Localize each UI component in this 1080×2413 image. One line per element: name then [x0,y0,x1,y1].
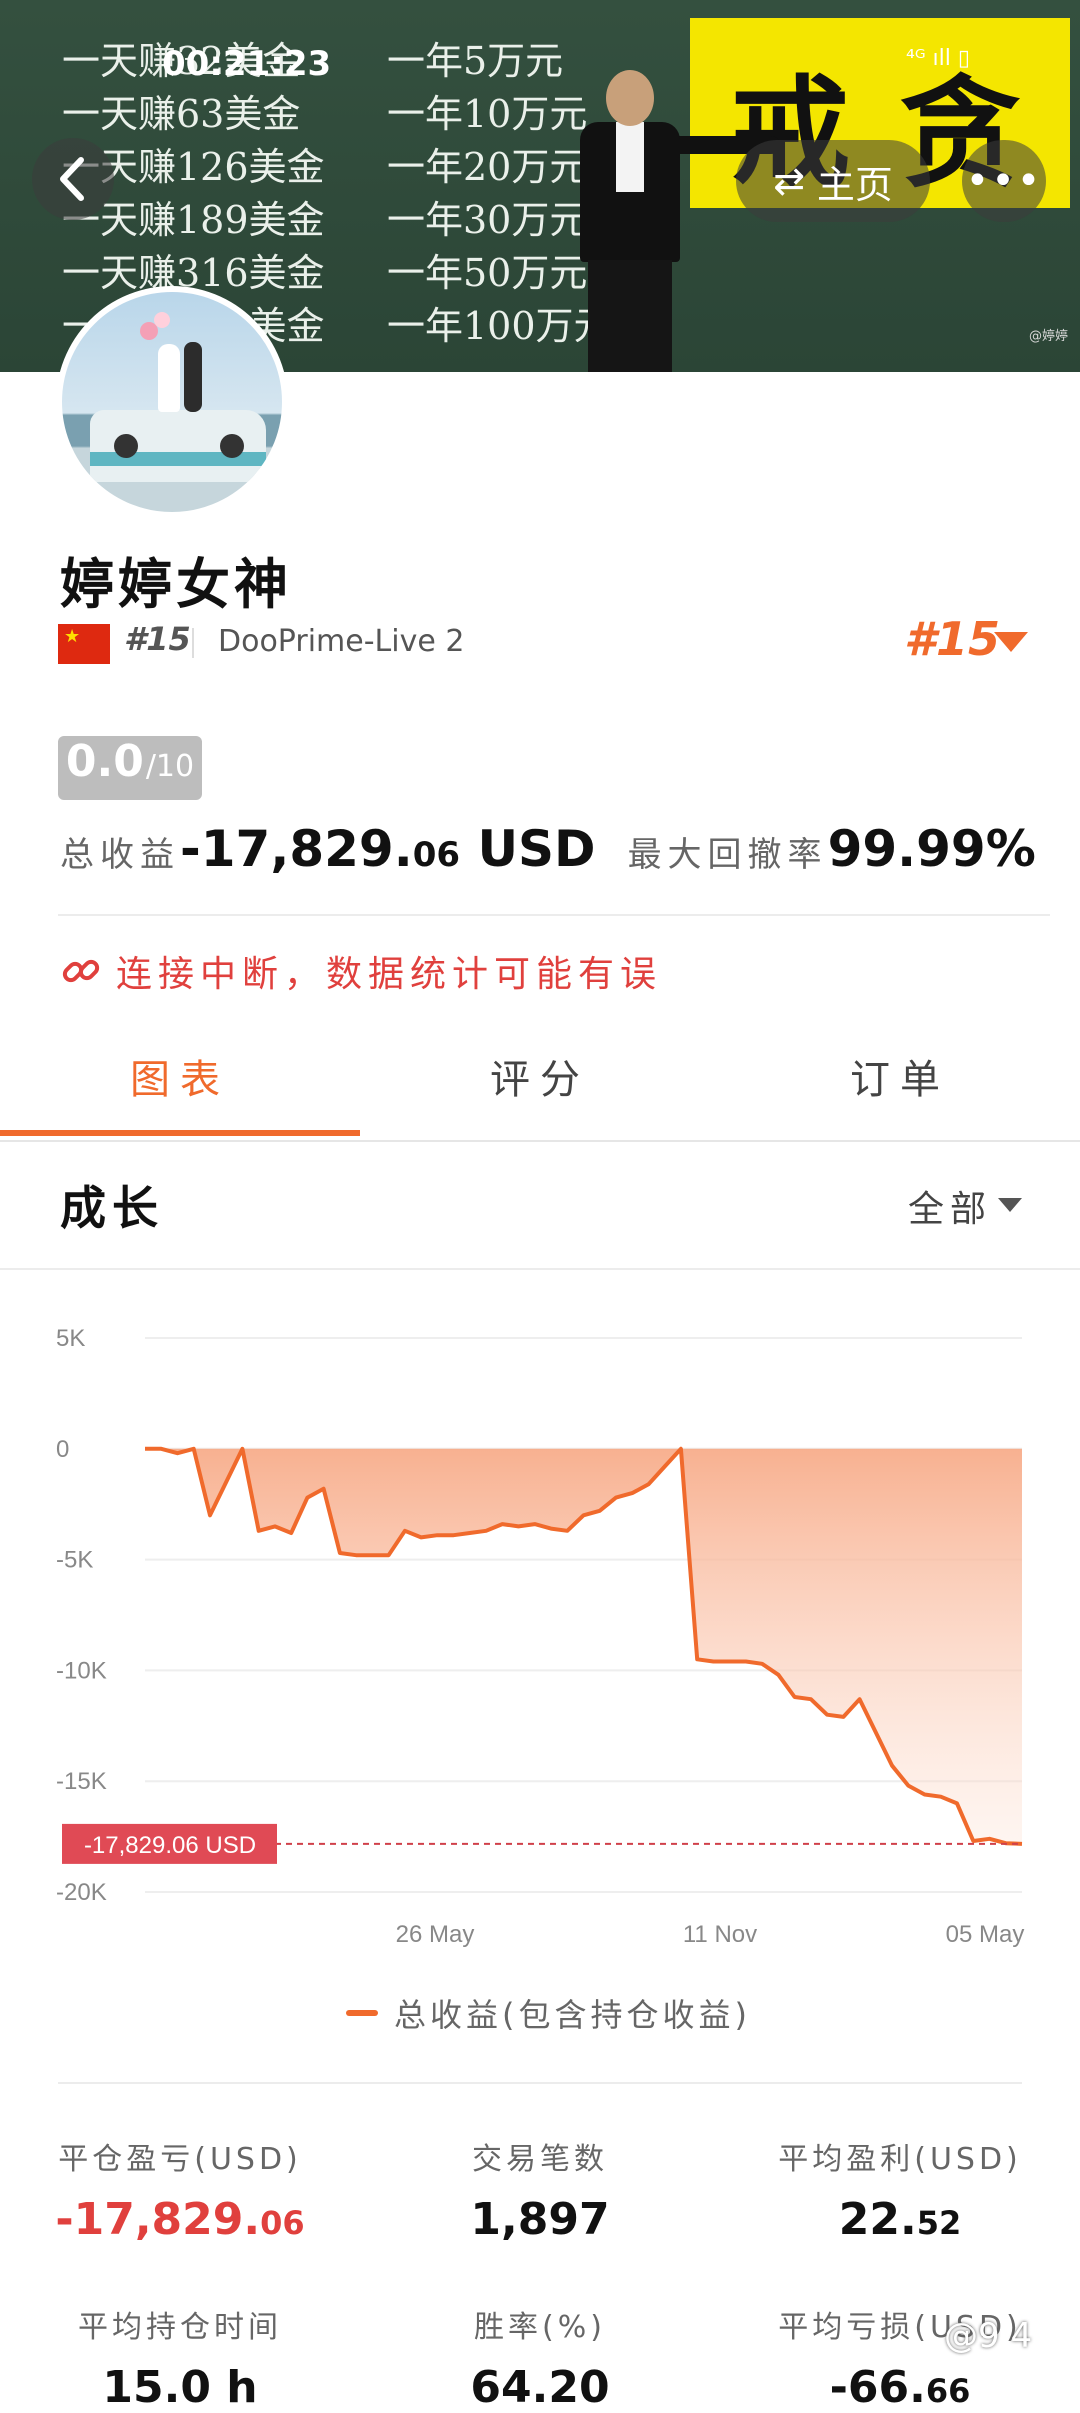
stat-item: 平仓盈亏(USD) -17,829.06 [10,2134,350,2245]
banner-row-left: 一天赚316美金 [62,251,325,295]
connection-warning: 连接中断，数据统计可能有误 [60,945,662,997]
stat-label: 交易笔数 [472,2142,608,2177]
server-name: DooPrime-Live 2 [218,624,465,659]
banner-row-right: 一年50万元 [387,251,588,295]
more-options-button[interactable]: ••• [962,140,1046,222]
x-tick-label: 11 Nov [683,1921,757,1948]
score-badge: 0.0 /10 [58,736,202,800]
stat-item: 胜率(%) 64.20 [370,2302,710,2413]
series-area [145,1448,1022,1844]
x-tick-label: 26 May [396,1921,475,1948]
china-flag-icon [58,624,110,664]
banner-row-right: 一年30万元 [387,198,588,242]
stat-value: -66.66 [730,2362,1070,2413]
stat-value-main: 15.0 h [102,2362,258,2413]
stat-value: 1,897 [370,2194,710,2245]
banner-watermark: @婷婷 [1028,329,1068,344]
banner-row: 一天赚316美金 一年50万元 [62,242,612,295]
tab-chart[interactable]: 图表 [0,1030,360,1140]
active-tab-indicator [0,1130,360,1136]
caret-down-icon[interactable] [998,1198,1022,1212]
banner-row-right: 一年20万元 [387,145,588,189]
divider [192,628,194,658]
max-drawdown-label: 最大回撤率 [627,835,828,875]
stat-value-main: -17,829. [55,2194,261,2245]
rank-badge[interactable]: #15 [904,612,1000,666]
banner-row-left: 一天赚63美金 [62,92,301,136]
status-bar-time: 00:21:23 [162,44,332,84]
stat-value-main: -66. [829,2362,926,2413]
stat-item: 平均持仓时间 15.0 h [10,2302,350,2413]
broken-link-icon [62,959,100,983]
stat-label: 平仓盈亏(USD) [58,2142,302,2177]
y-tick-label: -10K [56,1657,107,1684]
y-tick-label: 5K [56,1325,85,1352]
stat-label: 胜率(%) [474,2310,606,2345]
stat-value-cents: 06 [260,2204,305,2242]
summary-line: 总收益 -17,829.06 USD 最大回撤率 99.99% [60,820,1036,878]
banner-row: 一天赚32美金 一年5万元 [62,30,612,83]
banner-row: 一天赚63美金 一年10万元 [62,83,612,136]
score-max: /10 [145,749,195,784]
total-profit-value: -17,829.06 USD [180,820,596,878]
total-profit-unit: USD [460,820,596,878]
banner-row-right: 一年10万元 [387,92,588,136]
banner-row: 一天赚189美金 一年30万元 [62,189,612,242]
legend-swatch [346,2010,378,2016]
y-tick-label: -15K [56,1768,107,1795]
banner-row: 一天赚126美金 一年20万元 [62,136,612,189]
connection-warning-text: 连接中断，数据统计可能有误 [116,954,663,995]
range-filter-dropdown[interactable]: 全部 [908,1180,992,1232]
tab-orders[interactable]: 订单 [720,1030,1080,1140]
trader-name: 婷婷女神 [60,552,292,616]
stat-value: 64.20 [370,2362,710,2413]
stat-value: 15.0 h [10,2362,350,2413]
divider [58,2082,1022,2084]
tab-bar: 图表 评分 订单 [0,1030,1080,1140]
home-button-label: 主页 [816,162,893,207]
stat-value: 22.52 [730,2194,1070,2245]
y-tick-label: -5K [56,1547,93,1574]
x-tick-label: 05 May [946,1921,1025,1948]
score-value: 0.0 [65,736,144,787]
chevron-left-icon [60,157,84,201]
stat-value-main: 64.20 [470,2362,610,2413]
divider [0,1140,1080,1142]
legend-label: 总收益(包含持仓收益) [394,1996,751,2034]
total-profit-main: -17,829. [180,820,413,878]
swap-icon: ⇄ [773,159,805,203]
y-tick-label: -20K [56,1879,107,1906]
total-profit-label: 总收益 [60,835,180,875]
growth-chart: 5K 0 -5K -10K -15K -20K -17,829.06 USD 26 May 11… [56,1325,1025,1948]
corner-watermark: @9 4 [944,2316,1033,2356]
chart-legend: 总收益(包含持仓收益) [346,1990,751,2036]
rank-small: #15 [124,620,191,658]
stat-label: 平均持仓时间 [78,2310,282,2345]
status-bar-icons: ⁴ᴳ ıll ▯ [906,46,970,71]
tab-rating[interactable]: 评分 [360,1030,720,1140]
total-profit-cents: 06 [412,835,461,875]
divider [0,1268,1080,1270]
more-dots-icon: ••• [965,158,1043,204]
current-value-label: -17,829.06 USD [84,1832,256,1859]
banner-person-figure [560,60,780,372]
y-tick-label: 0 [56,1436,69,1463]
back-button[interactable] [32,138,114,220]
max-drawdown-value: 99.99% [827,820,1036,878]
divider [58,914,1050,916]
caret-down-icon[interactable] [994,632,1028,652]
stat-item: 交易笔数 1,897 [370,2134,710,2245]
stat-value-main: 22. [838,2194,917,2245]
stat-value: -17,829.06 [10,2194,350,2245]
stat-value-main: 1,897 [470,2194,610,2245]
section-title: 成长 [60,1181,164,1235]
stat-item: 平均盈利(USD) 22.52 [730,2134,1070,2245]
banner-row-right: 一年5万元 [387,39,564,83]
stat-value-cents: 66 [925,2372,971,2410]
stat-label: 平均盈利(USD) [778,2142,1022,2177]
avatar[interactable] [56,286,288,518]
stat-value-cents: 52 [916,2204,962,2242]
home-button[interactable]: ⇄ 主页 [736,140,930,222]
